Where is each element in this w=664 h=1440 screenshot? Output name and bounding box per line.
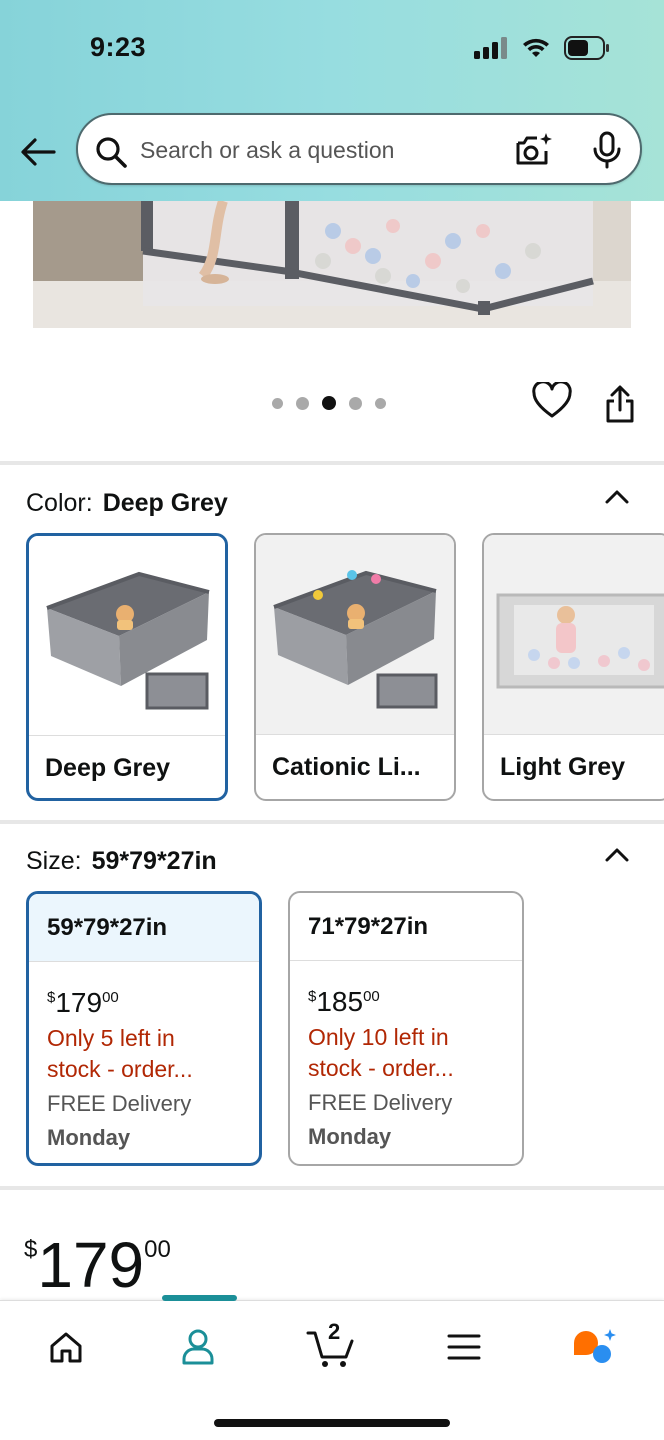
home-indicator [214,1419,450,1427]
size-label: Size: 59*79*27in [26,847,217,876]
wifi-icon [523,38,549,57]
top-header: 9:23 [0,0,664,201]
menu-icon [447,1334,481,1360]
product-price: $17900 [24,1229,171,1301]
nav-home[interactable] [42,1323,90,1371]
color-label: Color: Deep Grey [26,489,228,518]
carousel-dot[interactable] [272,397,283,409]
share-icon[interactable] [603,384,637,424]
nav-cart[interactable]: 2 [306,1319,358,1371]
chevron-up-icon[interactable] [602,482,632,512]
chevron-up-icon[interactable] [602,840,632,870]
signal-icon [474,37,507,59]
color-option-name: Light Grey [500,753,626,781]
cart-count: 2 [328,1319,341,1344]
cationic-playpen-image [273,570,438,709]
deep-grey-playpen-image [46,571,210,710]
section-divider [0,461,664,465]
light-grey-playpen-image [496,593,664,689]
search-bar[interactable] [76,113,642,185]
delivery-day: Monday [47,1125,131,1150]
back-arrow-icon [21,138,56,166]
color-option-light-grey[interactable]: Light Grey [482,533,664,801]
stock-warning: Only 5 left in stock - order... [47,1025,193,1082]
nav-account[interactable] [174,1323,222,1371]
delivery-text: FREE Delivery [308,1090,453,1115]
size-option-71x79x27[interactable]: 71*79*27in $18500 Only 10 left in stock -… [288,891,524,1166]
delivery-text: FREE Delivery [47,1091,192,1116]
carousel-dot[interactable] [375,397,386,409]
search-input[interactable] [140,131,500,169]
assistant-icon [574,1329,616,1363]
microphone-icon[interactable] [592,131,622,169]
nav-menu[interactable] [440,1323,488,1371]
camera-search-icon[interactable] [514,131,554,169]
color-key: Color: [26,489,93,517]
section-divider [0,820,664,824]
size-option-59x79x27[interactable]: 59*79*27in $17900 Only 5 left in stock - … [26,891,262,1166]
status-icons [474,36,610,60]
color-option-name: Cationic Li... [272,753,421,781]
product-image[interactable] [33,201,631,328]
nav-assistant[interactable] [570,1323,618,1371]
size-value: 59*79*27in [91,847,217,875]
color-value: Deep Grey [102,489,228,517]
stock-warning: Only 10 left in stock - order... [308,1024,454,1081]
carousel-dots[interactable] [272,396,386,410]
color-option-deep-grey[interactable]: Deep Grey [26,533,228,801]
heart-icon[interactable] [532,382,572,420]
color-option-cationic[interactable]: Cationic Li... [254,533,456,801]
battery-icon [564,36,609,60]
status-time: 9:23 [90,32,147,62]
back-button[interactable] [18,132,58,172]
section-divider [0,1186,664,1190]
playpen-photo [33,201,631,328]
account-icon [182,1329,214,1365]
carousel-dot[interactable] [296,396,309,410]
size-option-name: 71*79*27in [290,893,522,961]
size-option-price: $18500 [308,986,380,1017]
carousel-dot[interactable] [349,396,362,410]
size-option-price: $17900 [47,987,119,1018]
delivery-day: Monday [308,1124,392,1149]
size-option-name: 59*79*27in [29,894,259,962]
size-key: Size: [26,847,82,875]
search-icon [96,137,127,168]
active-tab-indicator [162,1295,237,1301]
carousel-dot-active[interactable] [322,396,336,410]
bottom-nav: 2 [0,1295,664,1440]
color-option-name: Deep Grey [45,754,171,782]
home-icon [50,1332,82,1363]
